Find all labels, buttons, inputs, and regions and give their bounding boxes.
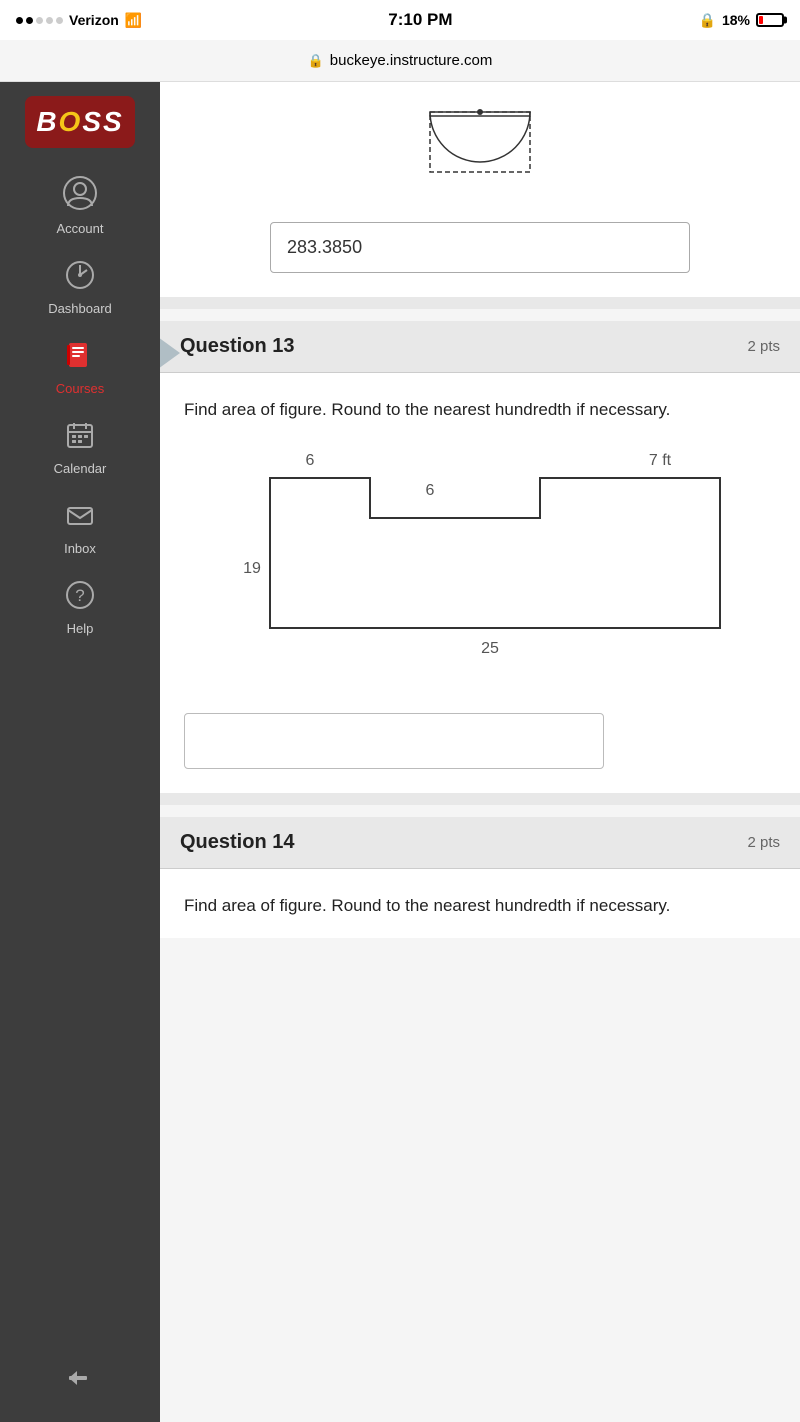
sidebar: BOSS Account Dashb xyxy=(0,82,160,1422)
semicircle-figure xyxy=(390,102,570,222)
svg-text:7 ft: 7 ft xyxy=(649,452,672,469)
q13-title: Question 13 xyxy=(180,335,294,358)
q13-arrow xyxy=(160,337,180,369)
q14-body: Find area of figure. Round to the neares… xyxy=(160,869,800,939)
status-bar-right: 🔒 18% xyxy=(699,12,784,29)
signal-dots xyxy=(16,17,63,24)
battery-icon xyxy=(756,13,784,27)
help-label: Help xyxy=(67,621,94,636)
time-display: 7:10 PM xyxy=(388,10,452,30)
previous-question-answer-input[interactable] xyxy=(270,222,690,273)
question-13-block: Question 13 2 pts Find area of figure. R… xyxy=(160,321,800,793)
courses-label: Courses xyxy=(56,381,104,396)
dot-1 xyxy=(16,17,23,24)
app-container: BOSS Account Dashb xyxy=(0,82,800,1422)
url-lock-icon: 🔒 xyxy=(308,53,324,69)
lock-icon: 🔒 xyxy=(699,12,716,29)
q13-header: Question 13 2 pts xyxy=(160,321,800,373)
battery-percent: 18% xyxy=(722,12,750,28)
svg-text:25: 25 xyxy=(481,640,499,657)
q14-pts: 2 pts xyxy=(747,834,780,851)
url-text: buckeye.instructure.com xyxy=(330,52,493,69)
svg-text:?: ? xyxy=(75,586,84,605)
q14-header: Question 14 2 pts xyxy=(160,817,800,869)
dot-4 xyxy=(46,17,53,24)
inbox-icon xyxy=(65,500,95,537)
sidebar-item-account[interactable]: Account xyxy=(0,162,160,246)
question-14-block: Question 14 2 pts Find area of figure. R… xyxy=(160,817,800,939)
svg-text:6: 6 xyxy=(426,482,435,499)
status-bar: Verizon 📶 7:10 PM 🔒 18% xyxy=(0,0,800,40)
q13-pts: 2 pts xyxy=(747,338,780,355)
svg-text:19: 19 xyxy=(243,560,261,577)
sidebar-item-collapse[interactable] xyxy=(0,1351,160,1412)
account-icon xyxy=(63,176,97,217)
wifi-icon: 📶 xyxy=(125,12,142,29)
q14-instruction: Find area of figure. Round to the neares… xyxy=(184,896,670,915)
dot-3 xyxy=(36,17,43,24)
carrier-label: Verizon xyxy=(69,12,119,28)
sidebar-logo: BOSS xyxy=(20,92,140,152)
dashboard-label: Dashboard xyxy=(48,301,112,316)
collapse-icon xyxy=(67,1365,93,1398)
sidebar-item-help[interactable]: ? Help xyxy=(0,566,160,646)
sidebar-item-courses[interactable]: Courses xyxy=(0,326,160,406)
status-bar-left: Verizon 📶 xyxy=(16,12,142,29)
q13-answer-input[interactable] xyxy=(184,713,604,769)
q13-answer-area xyxy=(160,713,800,793)
q13-figure: 6 6 7 ft 19 25 xyxy=(210,443,750,673)
q14-title: Question 14 xyxy=(180,831,294,854)
inbox-label: Inbox xyxy=(64,541,96,556)
account-label: Account xyxy=(57,221,104,236)
svg-text:6: 6 xyxy=(306,452,315,469)
dashboard-icon xyxy=(65,260,95,297)
sidebar-item-calendar[interactable]: Calendar xyxy=(0,406,160,486)
boss-logo-text: BOSS xyxy=(36,106,123,138)
previous-question-partial xyxy=(160,82,800,297)
sidebar-bottom xyxy=(0,1351,160,1422)
dot-5 xyxy=(56,17,63,24)
url-bar[interactable]: 🔒 buckeye.instructure.com xyxy=(0,40,800,82)
calendar-icon xyxy=(65,420,95,457)
battery-fill xyxy=(759,16,763,24)
content-area: Question 13 2 pts Find area of figure. R… xyxy=(160,82,800,1422)
help-icon: ? xyxy=(65,580,95,617)
sidebar-item-inbox[interactable]: Inbox xyxy=(0,486,160,566)
q13-figure-container: 6 6 7 ft 19 25 xyxy=(184,443,776,673)
q13-instruction: Find area of figure. Round to the neares… xyxy=(184,400,670,419)
q-separator-2 xyxy=(160,793,800,805)
courses-icon xyxy=(65,340,95,377)
dot-2 xyxy=(26,17,33,24)
calendar-label: Calendar xyxy=(54,461,107,476)
boss-logo-image: BOSS xyxy=(25,96,135,148)
q13-body: Find area of figure. Round to the neares… xyxy=(160,373,800,713)
q-separator-1 xyxy=(160,297,800,309)
sidebar-item-dashboard[interactable]: Dashboard xyxy=(0,246,160,326)
